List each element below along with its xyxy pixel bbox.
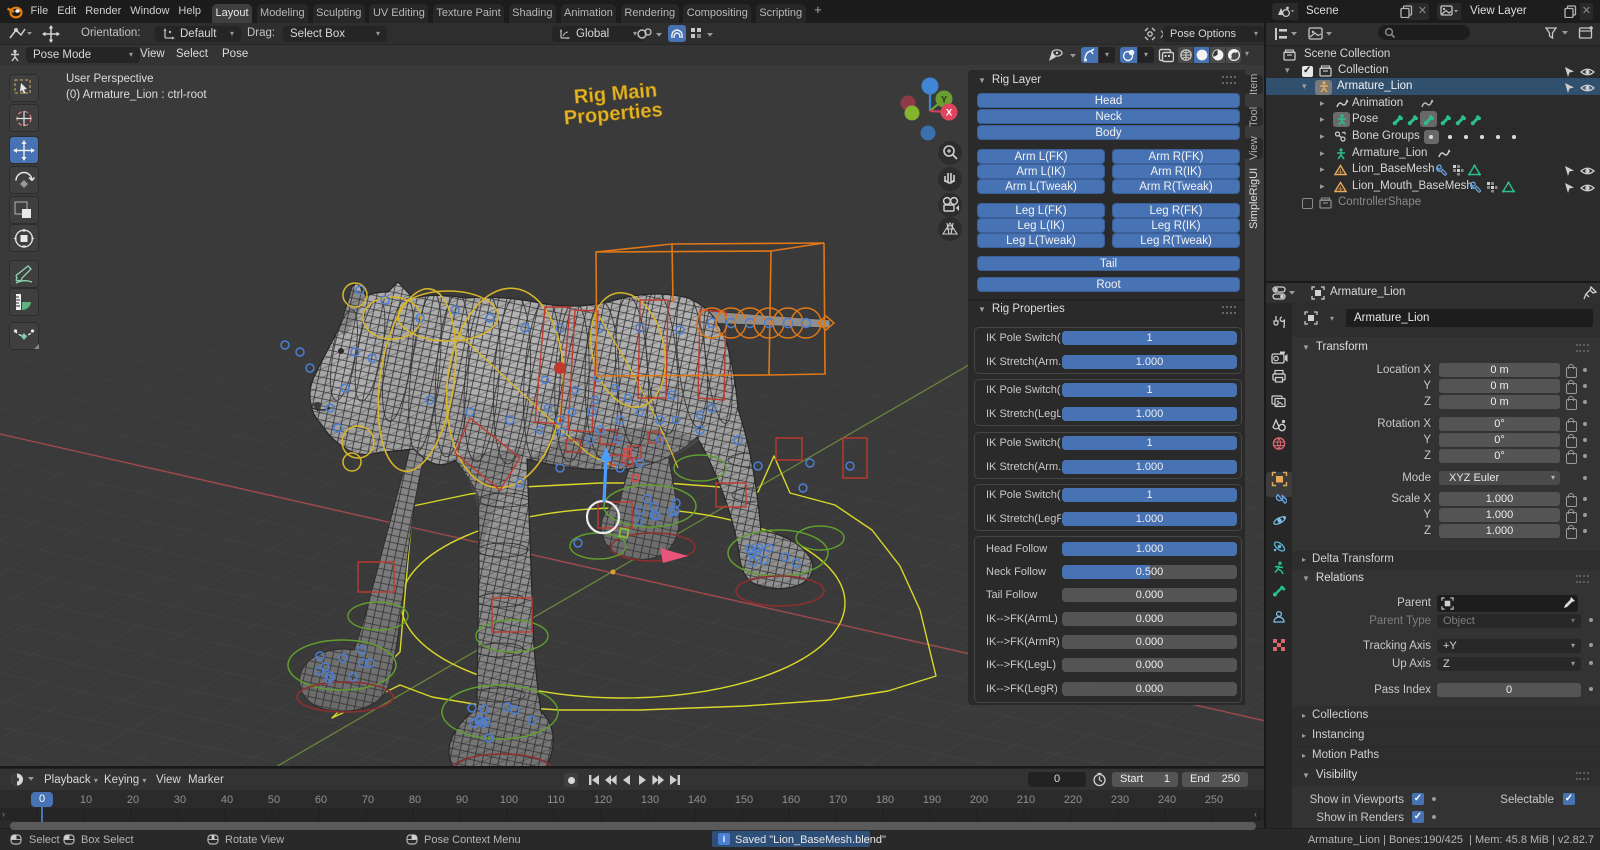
svg-text:X: X: [946, 108, 953, 119]
